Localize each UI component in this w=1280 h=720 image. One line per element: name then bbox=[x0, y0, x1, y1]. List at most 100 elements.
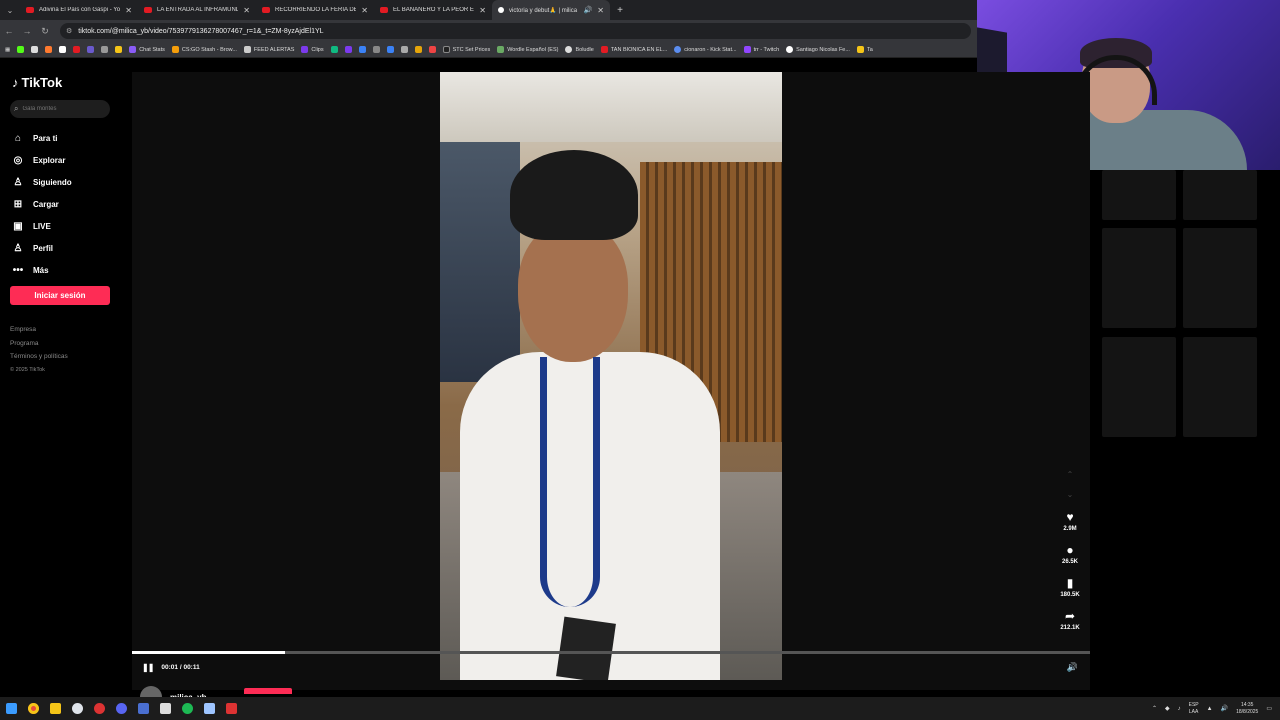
nav-item-live[interactable]: ▣ LIVE bbox=[10, 215, 125, 237]
new-tab-icon[interactable]: + bbox=[610, 5, 630, 16]
volume-icon[interactable]: 🔊 bbox=[1221, 705, 1228, 712]
tab-3[interactable]: EL BANANERO Y LA PEOR ENT ✕ bbox=[374, 0, 492, 20]
home-icon: ⌂ bbox=[14, 132, 22, 144]
bookmark-icon[interactable] bbox=[414, 46, 422, 53]
app-icon[interactable] bbox=[88, 697, 110, 720]
back-icon[interactable]: ← bbox=[0, 26, 18, 36]
chrome-icon[interactable] bbox=[22, 697, 44, 720]
tab-4[interactable]: victoria y debut🙏 | milica 🔊 ✕ bbox=[492, 0, 610, 20]
nav-item-explorar[interactable]: ◎ Explorar bbox=[10, 149, 125, 171]
bookmark-ta[interactable]: Ta bbox=[856, 46, 873, 53]
volume-icon[interactable]: 🔊 bbox=[1067, 662, 1078, 673]
bookmark-clips[interactable]: Clips bbox=[301, 46, 324, 53]
bookmark-wordle[interactable]: Wordle Español (ES) bbox=[497, 46, 558, 53]
bookmark-icon[interactable] bbox=[115, 46, 123, 53]
bookmark-icon[interactable] bbox=[358, 46, 366, 53]
search-input[interactable] bbox=[22, 106, 101, 112]
bookmark-csgo-stash[interactable]: CS:GO Stash - Brow... bbox=[171, 46, 237, 53]
chevron-down-icon[interactable]: ⌄ bbox=[1050, 490, 1090, 510]
mic-icon[interactable]: ♪ bbox=[1178, 706, 1181, 712]
like-count: 2.9M bbox=[1063, 526, 1077, 532]
tab-label: LA ENTRADA AL INFRAMUNDO bbox=[157, 7, 239, 13]
app-icon[interactable] bbox=[154, 697, 176, 720]
tiktok-icon bbox=[498, 7, 504, 13]
nav-item-cargar[interactable]: ⊞ Cargar bbox=[10, 193, 125, 215]
bookmark-feed-alertas[interactable]: FEED ALERTAS bbox=[243, 46, 294, 53]
tab-1[interactable]: LA ENTRADA AL INFRAMUNDO ✕ bbox=[138, 0, 256, 20]
bookmark-icon[interactable] bbox=[386, 46, 394, 53]
tab-0[interactable]: Adivina El País con Gaspi - You ✕ bbox=[20, 0, 138, 20]
bookmark-chat-stats[interactable]: Chat Stats bbox=[129, 46, 165, 53]
footer-link-programa[interactable]: Programa bbox=[10, 340, 68, 354]
url-input[interactable]: ⚙ tiktok.com/@milica_yb/video/7539779136… bbox=[60, 23, 971, 39]
bookmark-tan-bionica[interactable]: TAN BIONICA EN EL... bbox=[600, 46, 667, 53]
bookmark-kick-stats[interactable]: cionaron - Kick Stat... bbox=[674, 46, 737, 53]
close-icon[interactable]: ✕ bbox=[479, 6, 486, 15]
youtube-icon bbox=[380, 7, 388, 13]
site-info-icon[interactable]: ⚙ bbox=[66, 27, 72, 35]
tab-search-icon[interactable]: ⌄ bbox=[0, 0, 20, 20]
bookmark-icon[interactable] bbox=[73, 46, 81, 53]
speaker-icon[interactable]: 🔊 bbox=[584, 6, 593, 14]
app-icon[interactable] bbox=[220, 697, 242, 720]
chevron-up-icon[interactable]: ⌃ bbox=[1050, 470, 1090, 490]
tab-label: EL BANANERO Y LA PEOR ENT bbox=[393, 7, 475, 13]
video-player[interactable] bbox=[440, 72, 782, 680]
close-icon[interactable]: ✕ bbox=[125, 6, 132, 15]
follow-button[interactable] bbox=[244, 688, 293, 694]
skeleton-card bbox=[1183, 228, 1257, 328]
bookmark-twitch[interactable]: trr - Twitch bbox=[743, 46, 779, 53]
bookmark-icon[interactable] bbox=[59, 46, 67, 53]
bookmark-kick-icon[interactable] bbox=[17, 46, 25, 53]
clock[interactable]: 14:35 18/8/2025 bbox=[1236, 702, 1258, 716]
language-indicator[interactable]: ESP LAA bbox=[1189, 702, 1199, 716]
logo-text: TikTok bbox=[21, 75, 63, 90]
bookmark-tiktok-santiago[interactable]: Santiago Nicolas Fe... bbox=[786, 46, 850, 53]
pause-icon[interactable]: ❚❚ bbox=[142, 663, 154, 672]
progress-bar[interactable] bbox=[132, 651, 1090, 654]
close-icon[interactable]: ✕ bbox=[243, 6, 250, 15]
bookmark-icon[interactable] bbox=[87, 46, 95, 53]
nav-item-siguiendo[interactable]: ♙ Siguiendo bbox=[10, 171, 125, 193]
bookmark-icon[interactable] bbox=[330, 46, 338, 53]
close-icon[interactable]: ✕ bbox=[361, 6, 368, 15]
tab-2[interactable]: RECORRIENDO LA FERIA DE SO ✕ bbox=[256, 0, 374, 20]
chevron-up-icon[interactable]: ⌃ bbox=[1152, 705, 1157, 712]
footer-link-empresa[interactable]: Empresa bbox=[10, 326, 68, 340]
wifi-icon[interactable]: ▲ bbox=[1207, 706, 1213, 712]
bookmark-apps-icon[interactable]: ▦ bbox=[5, 47, 10, 53]
bookmark-icon[interactable] bbox=[101, 46, 109, 53]
app-icon[interactable] bbox=[198, 697, 220, 720]
tiktok-logo[interactable]: ♪ TikTok bbox=[12, 75, 62, 90]
bookmark-icon[interactable] bbox=[31, 46, 39, 53]
bookmark-boludle[interactable]: Boludle bbox=[565, 46, 594, 53]
bookmark-icon[interactable] bbox=[400, 46, 408, 53]
nav-item-para-ti[interactable]: ⌂ Para ti bbox=[10, 127, 125, 149]
discord-icon[interactable] bbox=[110, 697, 132, 720]
bookmark-icon[interactable] bbox=[372, 46, 380, 53]
steam-icon[interactable] bbox=[66, 697, 88, 720]
nav-item-perfil[interactable]: ♙ Perfil bbox=[10, 237, 125, 259]
footer-link-terminos[interactable]: Términos y políticas bbox=[10, 353, 68, 367]
bookmark-icon[interactable] bbox=[45, 46, 53, 53]
notification-icon[interactable]: ▭ bbox=[1266, 705, 1272, 712]
network-app-icon[interactable]: ◆ bbox=[1165, 705, 1170, 712]
save-button[interactable]: ▮ 180.5K bbox=[1050, 576, 1090, 609]
app-icon[interactable] bbox=[132, 697, 154, 720]
like-button[interactable]: ♥ 2.9M bbox=[1050, 510, 1090, 543]
share-button[interactable]: ➦ 212.1K bbox=[1050, 609, 1090, 642]
bookmark-icon[interactable] bbox=[344, 46, 352, 53]
nav-item-mas[interactable]: ••• Más bbox=[10, 259, 125, 281]
reload-icon[interactable]: ↻ bbox=[36, 26, 54, 37]
bookmark-icon[interactable] bbox=[428, 46, 436, 53]
search-box[interactable]: ⌕ bbox=[10, 100, 110, 118]
bookmark-stc-set-prices[interactable]: STC Set Prices bbox=[442, 46, 490, 53]
spotify-icon[interactable] bbox=[176, 697, 198, 720]
file-explorer-icon[interactable] bbox=[44, 697, 66, 720]
windows-start-icon[interactable] bbox=[0, 697, 22, 720]
comment-button[interactable]: ● 26.5K bbox=[1050, 543, 1090, 576]
video-person-cap bbox=[510, 150, 638, 240]
login-button[interactable]: Iniciar sesión bbox=[10, 286, 110, 305]
forward-icon[interactable]: → bbox=[18, 26, 36, 36]
close-icon[interactable]: ✕ bbox=[597, 6, 604, 15]
